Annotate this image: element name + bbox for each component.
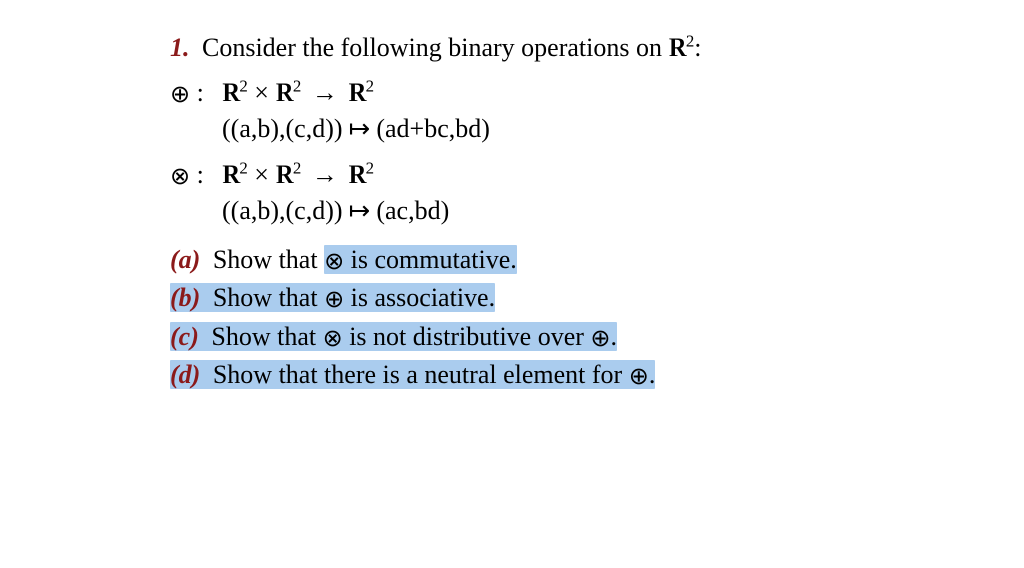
part-a-text-after: is commutative. (344, 245, 517, 274)
oplus-icon: ⊕ (324, 287, 344, 313)
part-a-text-before: Show that (213, 245, 324, 274)
intro-suffix: : (694, 33, 701, 62)
part-d-label: (d) (170, 360, 200, 389)
intro-set: R2 (668, 33, 694, 62)
oplus-signature: ⊕ : R2 × R2 → R2 (170, 75, 854, 111)
part-c-text-after: . (611, 322, 618, 351)
otimes-mapping: ((a,b),(c,d)) ↦ (ac,bd) (170, 193, 854, 228)
mapsto-icon: ↦ (343, 111, 377, 146)
part-d-text-after: . (649, 360, 656, 389)
subparts: (a) Show that ⊗ is commutative. (b) Show… (170, 242, 854, 394)
mapsto-icon: ↦ (343, 193, 377, 228)
intro-prefix: Consider the following binary operations… (202, 33, 668, 62)
part-a: (a) Show that ⊗ is commutative. (170, 242, 854, 278)
part-b-highlight: (b) Show that ⊕ is associative. (170, 283, 495, 312)
definition-otimes: ⊗ : R2 × R2 → R2 ((a,b),(c,d)) ↦ (ac,bd) (170, 157, 854, 228)
part-d-highlight: (d) Show that there is a neutral element… (170, 360, 655, 389)
part-c: (c) Show that ⊗ is not distributive over… (170, 319, 854, 355)
otimes-map-to: (ac,bd) (376, 193, 449, 228)
otimes-icon: ⊗ (324, 249, 344, 275)
part-b-text-before: Show that (213, 283, 324, 312)
part-d: (d) Show that there is a neutral element… (170, 357, 854, 393)
part-d-text-before: Show that there is a neutral element for (213, 360, 629, 389)
problem-intro: 1. Consider the following binary operati… (170, 30, 854, 65)
oplus-icon: ⊕ (590, 326, 610, 352)
arrow-icon: → (308, 160, 342, 189)
part-c-highlight: (c) Show that ⊗ is not distributive over… (170, 322, 617, 351)
part-c-text-mid: is not distributive over (343, 322, 591, 351)
part-b-text-after: is associative. (344, 283, 495, 312)
oplus-map-from: ((a,b),(c,d)) (222, 111, 343, 146)
part-b-label: (b) (170, 283, 200, 312)
oplus-icon: ⊕ : (170, 75, 222, 111)
problem-body: 1. Consider the following binary operati… (0, 0, 1024, 426)
problem-number: 1. (170, 33, 190, 62)
otimes-domain: R2 × R2 → R2 (222, 157, 374, 192)
oplus-icon: ⊕ (629, 364, 649, 390)
otimes-icon: ⊗ (323, 326, 343, 352)
oplus-domain: R2 × R2 → R2 (222, 75, 374, 110)
definition-oplus: ⊕ : R2 × R2 → R2 ((a,b),(c,d)) ↦ (ad+bc,… (170, 75, 854, 146)
part-c-text-before: Show that (211, 322, 322, 351)
part-a-highlight: ⊗ is commutative. (324, 245, 517, 274)
otimes-signature: ⊗ : R2 × R2 → R2 (170, 157, 854, 193)
part-a-label: (a) (170, 245, 200, 274)
part-c-label: (c) (170, 322, 199, 351)
oplus-mapping: ((a,b),(c,d)) ↦ (ad+bc,bd) (170, 111, 854, 146)
otimes-map-from: ((a,b),(c,d)) (222, 193, 343, 228)
arrow-icon: → (308, 78, 342, 107)
part-b: (b) Show that ⊕ is associative. (170, 280, 854, 316)
otimes-icon: ⊗ : (170, 157, 222, 193)
oplus-map-to: (ad+bc,bd) (376, 111, 490, 146)
